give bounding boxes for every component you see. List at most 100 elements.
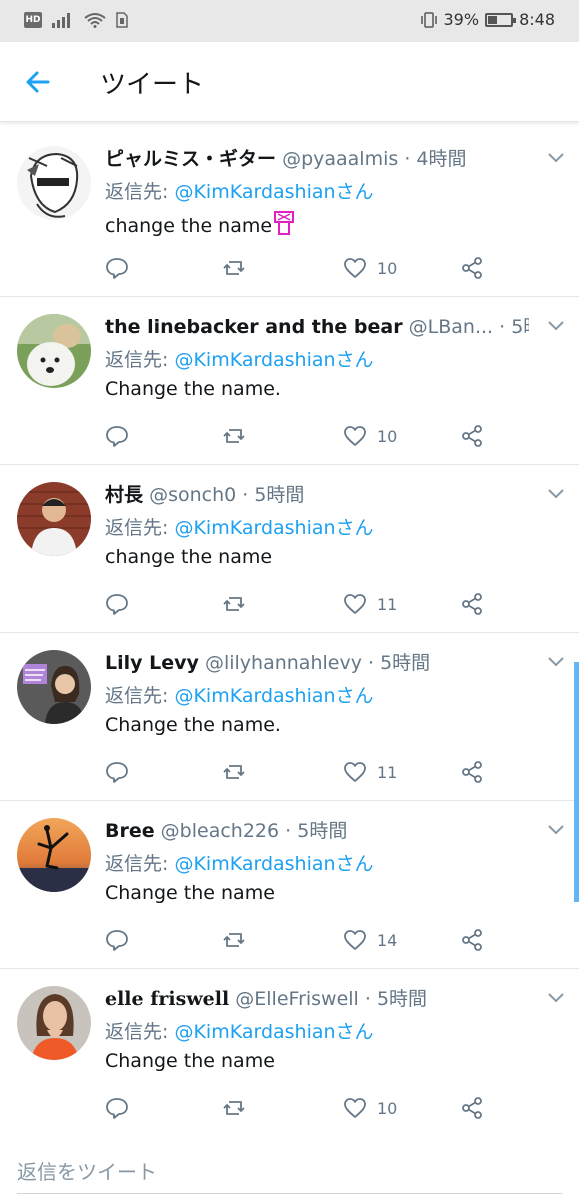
share-button[interactable] — [460, 760, 484, 784]
like-button[interactable]: 14 — [343, 928, 397, 952]
tweet-actions: 11 — [105, 592, 505, 622]
like-count: 11 — [377, 594, 398, 614]
retweet-icon — [223, 933, 245, 947]
tweet-time: · 5時間 — [499, 316, 529, 338]
reply-prefix: 返信先: — [105, 1021, 175, 1043]
chevron-down-icon[interactable] — [547, 991, 565, 1003]
retweet-icon — [223, 1101, 245, 1115]
chevron-down-icon[interactable] — [547, 151, 565, 163]
share-button[interactable] — [460, 592, 484, 616]
tweet-item[interactable]: the linebacker and the bear @LBan... · 5… — [0, 297, 579, 465]
heart-icon — [344, 930, 366, 950]
share-button[interactable] — [460, 1096, 484, 1120]
clock: 8:48 — [519, 10, 555, 29]
tweet-header: the linebacker and the bear @LBan... · 5… — [105, 312, 529, 339]
mention-link[interactable]: @KimKardashianさん — [174, 685, 373, 707]
scrollbar[interactable] — [574, 662, 579, 902]
author-name[interactable]: elle friswell — [105, 988, 229, 1010]
author-name[interactable]: 村長 — [105, 484, 143, 506]
avatar[interactable] — [17, 650, 91, 724]
tweet-item[interactable]: Lily Levy @lilyhannahlevy · 5時間 返信先: @Ki… — [0, 633, 579, 801]
author-name[interactable]: the linebacker and the bear — [105, 316, 403, 338]
chevron-down-icon[interactable] — [547, 823, 565, 835]
reply-button[interactable] — [105, 256, 129, 280]
like-button[interactable]: 11 — [343, 592, 397, 616]
like-button[interactable]: 10 — [343, 1096, 397, 1120]
retweet-button[interactable] — [222, 256, 246, 280]
like-count: 10 — [377, 426, 398, 446]
reply-input[interactable]: 返信をツイート — [17, 1156, 157, 1185]
chevron-down-icon[interactable] — [547, 319, 565, 331]
arrow-left-icon[interactable] — [22, 66, 54, 98]
battery-icon — [485, 12, 517, 27]
reply-button[interactable] — [105, 1096, 129, 1120]
share-button[interactable] — [460, 928, 484, 952]
tweet-item[interactable]: elle friswell @ElleFriswell · 5時間 返信先: @… — [0, 969, 579, 1137]
vibrate-icon — [420, 11, 437, 28]
reply-icon — [106, 594, 128, 615]
mention-link[interactable]: @KimKardashianさん — [174, 1021, 373, 1043]
status-left: HD — [24, 12, 128, 28]
tweet-header: elle friswell @ElleFriswell · 5時間 — [105, 984, 529, 1011]
tweet-text: Change the name — [105, 1050, 275, 1072]
reply-context: 返信先: @KimKardashianさん — [105, 345, 374, 372]
retweet-button[interactable] — [222, 592, 246, 616]
avatar[interactable] — [17, 146, 91, 220]
wifi-icon — [84, 13, 106, 28]
mention-link[interactable]: @KimKardashianさん — [174, 181, 373, 203]
tweet-item[interactable]: Bree @bleach226 · 5時間 返信先: @KimKardashia… — [0, 801, 579, 969]
author-name[interactable]: Bree — [105, 820, 155, 842]
reply-button[interactable] — [105, 424, 129, 448]
reply-context: 返信先: @KimKardashianさん — [105, 849, 374, 876]
reply-button[interactable] — [105, 928, 129, 952]
share-icon — [462, 425, 482, 447]
like-button[interactable]: 10 — [343, 424, 397, 448]
like-button[interactable]: 11 — [343, 760, 397, 784]
tweet-actions: 10 — [105, 1096, 505, 1126]
avatar[interactable] — [17, 482, 91, 556]
retweet-icon — [223, 429, 245, 443]
chevron-down-icon[interactable] — [547, 487, 565, 499]
retweet-button[interactable] — [222, 1096, 246, 1120]
retweet-button[interactable] — [222, 424, 246, 448]
author-name[interactable]: Lily Levy — [105, 652, 199, 674]
tweet-time: · 4時間 — [404, 148, 467, 170]
like-button[interactable]: 10 — [343, 256, 397, 280]
status-bar: HD 39% 8:48 — [0, 0, 579, 42]
chevron-down-icon[interactable] — [547, 655, 565, 667]
like-count: 14 — [377, 930, 398, 950]
reply-button[interactable] — [105, 592, 129, 616]
author-handle: @sonch0 — [149, 484, 237, 506]
avatar[interactable] — [17, 986, 91, 1060]
tweet-actions: 10 — [105, 424, 505, 454]
tweet-time: · 5時間 — [285, 820, 348, 842]
heart-icon — [344, 426, 366, 446]
like-count: 10 — [377, 258, 398, 278]
author-name[interactable]: ピャルミス・ギター — [105, 148, 276, 170]
tweet-actions: 10 — [105, 256, 505, 286]
heart-icon — [344, 1098, 366, 1118]
tweet-text: Change the name — [105, 882, 275, 904]
like-count: 10 — [377, 1098, 398, 1118]
reply-icon — [106, 426, 128, 447]
share-button[interactable] — [460, 424, 484, 448]
mention-link[interactable]: @KimKardashianさん — [174, 517, 373, 539]
mention-link[interactable]: @KimKardashianさん — [174, 853, 373, 875]
battery-percent: 39% — [443, 10, 480, 29]
tweet-text: Change the name. — [105, 378, 281, 400]
avatar[interactable] — [17, 818, 91, 892]
avatar[interactable] — [17, 314, 91, 388]
emoji-glyph — [274, 211, 295, 235]
sim-icon — [116, 12, 128, 28]
reply-button[interactable] — [105, 760, 129, 784]
retweet-button[interactable] — [222, 760, 246, 784]
mention-link[interactable]: @KimKardashianさん — [174, 349, 373, 371]
retweet-icon — [223, 765, 245, 779]
tweet-item[interactable]: ピャルミス・ギター @pyaaalmis · 4時間 返信先: @KimKard… — [0, 129, 579, 297]
tweet-header: Lily Levy @lilyhannahlevy · 5時間 — [105, 648, 529, 675]
reply-input-underline — [17, 1193, 562, 1194]
tweet-item[interactable]: 村長 @sonch0 · 5時間 返信先: @KimKardashianさん c… — [0, 465, 579, 633]
reply-prefix: 返信先: — [105, 181, 175, 203]
share-button[interactable] — [460, 256, 484, 280]
retweet-button[interactable] — [222, 928, 246, 952]
